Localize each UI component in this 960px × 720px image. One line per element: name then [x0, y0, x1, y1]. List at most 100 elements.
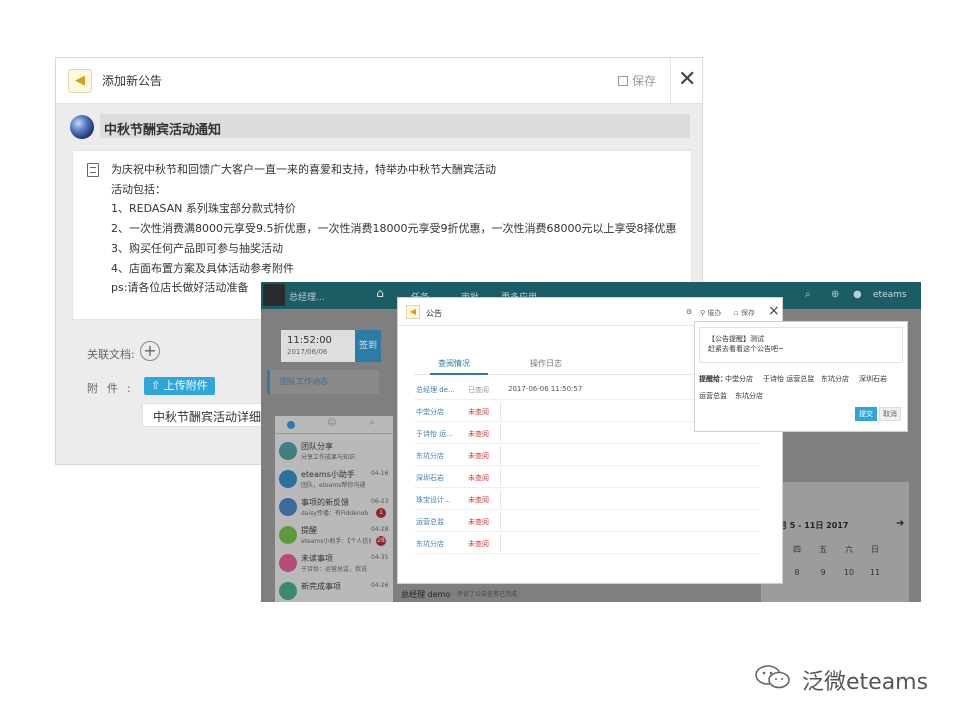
team-activity-tab[interactable]: 团队工作动态: [267, 370, 379, 394]
recipient[interactable]: 运营总监: [699, 391, 727, 401]
weekday-label: 六: [845, 545, 853, 554]
table-row: 珠宝设计... 未查阅: [414, 488, 760, 510]
save-button[interactable]: 保存: [618, 72, 656, 89]
editor-header: ◀ 添加新公告 保存 ✕: [56, 58, 702, 104]
remind-line-1: 【公告提醒】测试: [708, 335, 764, 343]
divider: [500, 446, 501, 464]
recipient[interactable]: 深圳石岩: [859, 374, 887, 384]
chat-name: 提醒: [301, 526, 317, 535]
calendar-day[interactable]: 9: [813, 568, 833, 577]
add-related-doc-button[interactable]: +: [140, 341, 160, 361]
recipient[interactable]: 于诗怡 运营总监: [763, 374, 814, 384]
modal-save-button[interactable]: ▫ 保存: [734, 308, 755, 318]
chat-date: 04-35: [371, 554, 389, 561]
chat-preview: 于诗怡：运营总监，我说: [301, 566, 368, 573]
document-icon: [87, 163, 99, 177]
divider: [500, 534, 501, 552]
speaker-icon: ◀: [68, 69, 92, 93]
chat-preview: 团队，eteams帮你沟通: [301, 482, 366, 489]
reader-name[interactable]: 总经理 de...: [416, 385, 455, 395]
chat-name: eteams小助手: [301, 470, 355, 479]
chat-avatar: [279, 442, 297, 460]
calendar-day[interactable]: 10: [839, 568, 859, 577]
feed-text: 评论了公告任务已完成: [457, 591, 518, 598]
user-name[interactable]: 总经理...: [289, 290, 325, 303]
table-row: 东坑分店 未查阅: [414, 444, 760, 466]
attachment-label: 附件:: [87, 382, 140, 395]
reader-name[interactable]: 东坑分店: [416, 451, 444, 461]
brand-menu[interactable]: eteams: [873, 290, 907, 300]
modal-save-label: 保存: [740, 309, 755, 317]
next-week-icon[interactable]: ➜: [896, 518, 904, 529]
add-icon[interactable]: ⊕: [831, 289, 839, 300]
reader-name[interactable]: 中堂分店: [416, 407, 444, 417]
sign-in-button[interactable]: 签到: [355, 330, 381, 362]
chat-item[interactable]: 事项的新反馈 daisy传播：有Fiddenob 06-23 1: [275, 494, 393, 522]
editor-title: 添加新公告: [102, 74, 163, 88]
reader-name[interactable]: 运营总监: [416, 517, 444, 527]
divider: [500, 402, 501, 420]
modal-title: 公告: [426, 309, 442, 318]
search-icon[interactable]: ⌕: [805, 289, 811, 300]
cancel-button[interactable]: 取消: [879, 407, 901, 421]
contacts-icon[interactable]: ☺: [327, 418, 336, 428]
submit-button[interactable]: 提交: [855, 407, 877, 421]
read-status: 未查阅: [468, 496, 489, 504]
close-icon[interactable]: ×: [768, 303, 780, 319]
clock-card: 11:52:00 2017/06/06: [281, 330, 355, 362]
divider: [500, 424, 501, 442]
content-line: 4、店面布置方案及具体活动参考附件: [111, 261, 294, 275]
recipient[interactable]: 中堂分店: [725, 374, 753, 384]
info-icon[interactable]: ⚙: [686, 308, 692, 316]
save-icon: [618, 76, 628, 86]
tab-read-status[interactable]: 查阅情况: [438, 358, 470, 369]
chat-name: 事项的新反馈: [301, 498, 349, 507]
remind-button[interactable]: ⚲ 催办: [700, 308, 721, 318]
chat-date: 04-28: [371, 526, 389, 533]
content-line: 3、购买任何产品即可参与抽奖活动: [111, 241, 283, 255]
reader-name[interactable]: 珠宝设计...: [416, 495, 451, 505]
chat-tab-icon[interactable]: [287, 421, 295, 429]
chat-date: 04-16: [371, 470, 389, 477]
weekday-label: 四: [793, 545, 801, 554]
content-line: 1、REDASAN 系列珠宝部分款式特价: [111, 202, 296, 216]
table-row: 运营总监 未查阅: [414, 510, 760, 532]
table-row: 东坑分店 未查阅: [414, 532, 760, 554]
chat-item[interactable]: eteams小助手 团队，eteams帮你沟通 04-16: [275, 466, 393, 494]
remind-popup: 【公告提醒】测试 赶紧去看看这个公告吧~ 提醒给： 中堂分店 于诗怡 运营总监 …: [694, 321, 908, 432]
table-row: 深圳石岩 未查阅: [414, 466, 760, 488]
reader-name[interactable]: 东坑分店: [416, 539, 444, 549]
reader-name[interactable]: 于诗怡 运...: [416, 429, 453, 439]
bell-icon[interactable]: ●: [853, 289, 862, 300]
related-docs-label: 关联文档:: [87, 348, 135, 361]
upload-label: 上传附件: [163, 379, 208, 392]
chat-item[interactable]: 未读事项 于诗怡：运营总监，我说 04-35: [275, 550, 393, 578]
chat-avatar: [279, 526, 297, 544]
read-status: 未查阅: [468, 452, 489, 460]
content-text: 为庆祝中秋节和回馈广大客户一直一来的喜爱和支持，特举办中秋节大酬宾活动 活动包括…: [111, 160, 686, 298]
chat-avatar: [279, 554, 297, 572]
wechat-icon: [755, 665, 790, 689]
read-status: 未查阅: [468, 474, 489, 482]
chat-item[interactable]: 提醒 eteams小助手：【个人信息】 04-28 28: [275, 522, 393, 550]
calendar-day[interactable]: 8: [787, 568, 807, 577]
globe-icon: [70, 115, 94, 139]
home-icon[interactable]: ⌂: [371, 286, 389, 304]
read-time: 2017-06-06 11:50:57: [508, 385, 583, 393]
remind-message-field[interactable]: 【公告提醒】测试 赶紧去看看这个公告吧~: [699, 327, 903, 363]
close-button[interactable]: ✕: [678, 67, 696, 92]
recipient[interactable]: 东坑分店: [821, 374, 849, 384]
upload-attachment-button[interactable]: ⇧ 上传附件: [144, 377, 215, 395]
chat-name: 团队分享: [301, 442, 333, 451]
recipient[interactable]: 东坑分店: [735, 391, 763, 401]
chat-avatar: [279, 498, 297, 516]
avatar[interactable]: [263, 284, 285, 306]
announcement-title-field[interactable]: 中秋节酬宾活动通知: [104, 119, 221, 138]
search-icon[interactable]: ⌕: [369, 417, 375, 428]
reader-name[interactable]: 深圳石岩: [416, 473, 444, 483]
calendar-day[interactable]: 11: [865, 568, 885, 577]
tab-operation-log[interactable]: 操作日志: [530, 358, 562, 369]
chat-item[interactable]: 新完成事项 04-26: [275, 578, 393, 602]
chat-avatar: [279, 582, 297, 600]
chat-item[interactable]: 团队分享 分享工作成果与知识: [275, 438, 393, 466]
